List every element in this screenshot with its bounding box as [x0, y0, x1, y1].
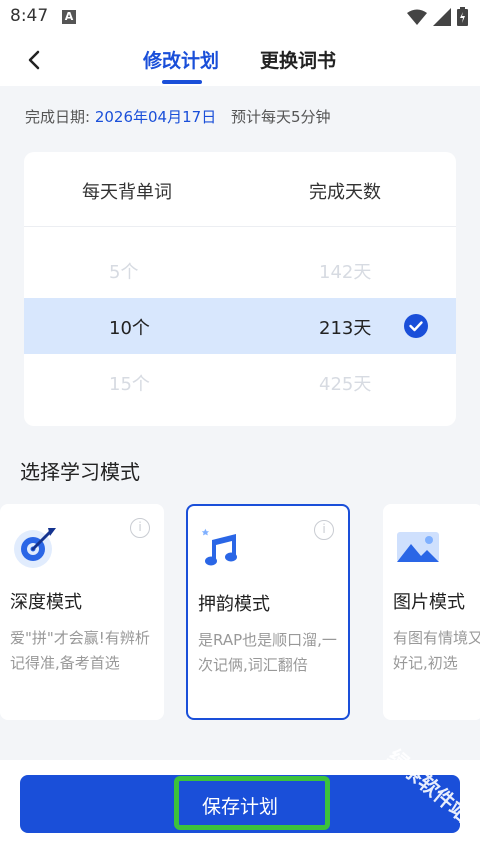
back-arrow-icon[interactable] [20, 46, 48, 74]
mode-card-deep[interactable]: i 深度模式 爱"拼"才会赢!有辨析记得准,备考首选 [0, 504, 164, 720]
picker-words: 10个 [109, 318, 150, 339]
mode-card-picture[interactable]: 图片模式 有图有情境又好记,初选 [383, 504, 480, 720]
system-icons [407, 7, 468, 26]
target-icon [14, 528, 56, 568]
battery-icon [457, 7, 468, 26]
top-header: 修改计划 更换词书 [0, 34, 480, 86]
picker-words: 15个 [109, 374, 150, 395]
picker-words: 5个 [109, 262, 139, 283]
plan-info: 完成日期: 2026年04月17日 预计每天5分钟 [25, 106, 331, 127]
music-note-icon [201, 528, 237, 566]
info-icon[interactable]: i [130, 518, 150, 538]
mode-name: 图片模式 [393, 592, 465, 613]
mode-name: 深度模式 [10, 592, 82, 613]
mode-description: 爱"拼"才会赢!有辨析记得准,备考首选 [10, 629, 150, 672]
mode-section-title: 选择学习模式 [20, 460, 140, 484]
completion-date: 2026年04月17日 [94, 108, 217, 126]
tab-modify-plan[interactable]: 修改计划 [143, 46, 219, 73]
picture-icon [397, 532, 439, 562]
status-time: 8:47 [10, 6, 49, 26]
daily-time-estimate: 预计每天5分钟 [230, 108, 331, 126]
mode-name: 押韵模式 [198, 594, 270, 615]
signal-icon [433, 7, 451, 26]
tab-change-book[interactable]: 更换词书 [260, 46, 336, 73]
mode-card-rhyme[interactable]: i 押韵模式 是RAP也是顺口溜,一次记俩,词汇翻倍 [186, 504, 350, 720]
picker-row[interactable]: 15个 425天 [24, 354, 456, 410]
check-icon [404, 314, 428, 338]
picker-row-selected[interactable]: 10个 213天 [24, 298, 456, 354]
wifi-icon [407, 9, 427, 25]
notification-icon: A [62, 10, 76, 24]
completion-date-label: 完成日期: [25, 108, 91, 126]
mode-description: 有图有情境又好记,初选 [393, 629, 480, 672]
picker-divider [24, 226, 456, 227]
picker-days: 425天 [319, 374, 372, 395]
picker-days: 142天 [319, 262, 372, 283]
picker-header-words: 每天背单词 [82, 182, 172, 203]
picker-header-days: 完成天数 [309, 182, 381, 203]
picker-row[interactable]: 5个 142天 [24, 242, 456, 298]
save-plan-label: 保存计划 [201, 796, 278, 818]
mode-description: 是RAP也是顺口溜,一次记俩,词汇翻倍 [198, 631, 337, 674]
info-icon[interactable]: i [314, 520, 334, 540]
status-bar: 8:47 A [0, 0, 480, 34]
active-tab-indicator [162, 80, 202, 84]
picker-days: 213天 [319, 318, 372, 339]
plan-picker[interactable]: 每天背单词 完成天数 5个 142天 10个 213天 15个 425天 [24, 152, 456, 426]
